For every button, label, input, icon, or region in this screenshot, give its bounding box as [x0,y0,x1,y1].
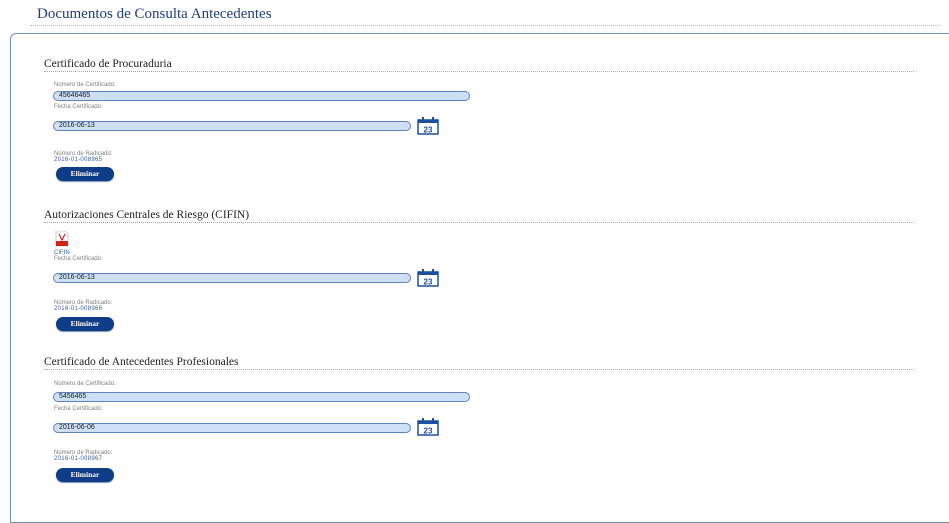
title-divider [30,25,940,26]
calendar-day: 23 [424,126,433,135]
section-title: Certificado de Procuraduria [44,58,172,70]
cert-number-field[interactable]: 5456465 [53,392,470,402]
section-cifin: Autorizaciones Centrales de Riesgo (CIFI… [44,208,914,223]
cert-date-field[interactable]: 2016-06-13 [53,121,411,131]
cert-number-label: Número de Certificado: [54,82,116,88]
cert-number-field[interactable]: 45646465 [53,91,470,101]
section-title: Autorizaciones Centrales de Riesgo (CIFI… [44,209,250,221]
section-divider [44,71,914,72]
section-divider [44,369,914,370]
section-antecedentes-profesionales: Certificado de Antecedentes Profesionale… [44,355,914,370]
radicado-value: 2016-01-008966 [54,306,103,312]
delete-button[interactable]: Eliminar [56,317,114,331]
radicado-value: 2016-01-008967 [54,456,103,462]
calendar-icon[interactable]: 23 [417,418,439,436]
cert-date-field[interactable]: 2016-06-06 [53,423,411,433]
page-title: Documentos de Consulta Antecedentes [37,6,272,22]
delete-button[interactable]: Eliminar [56,167,114,181]
cert-date-label: Fecha Certificado: [54,256,103,262]
cert-number-label: Número de Certificado: [54,381,116,387]
calendar-icon[interactable]: 23 [417,269,439,287]
calendar-icon[interactable]: 23 [417,117,439,135]
cert-date-label: Fecha Certificado: [54,406,103,412]
radicado-value: 2016-01-008965 [54,157,103,163]
section-procuraduria: Certificado de Procuraduria [44,57,914,72]
calendar-day: 23 [424,427,433,436]
section-title: Certificado de Antecedentes Profesionale… [44,356,239,368]
delete-button[interactable]: Eliminar [56,468,114,482]
cert-date-label: Fecha Certificado: [54,104,103,110]
calendar-day: 23 [424,278,433,287]
cert-date-field[interactable]: 2016-06-13 [53,273,411,283]
pdf-file-icon[interactable] [55,230,69,247]
section-divider [44,222,914,223]
